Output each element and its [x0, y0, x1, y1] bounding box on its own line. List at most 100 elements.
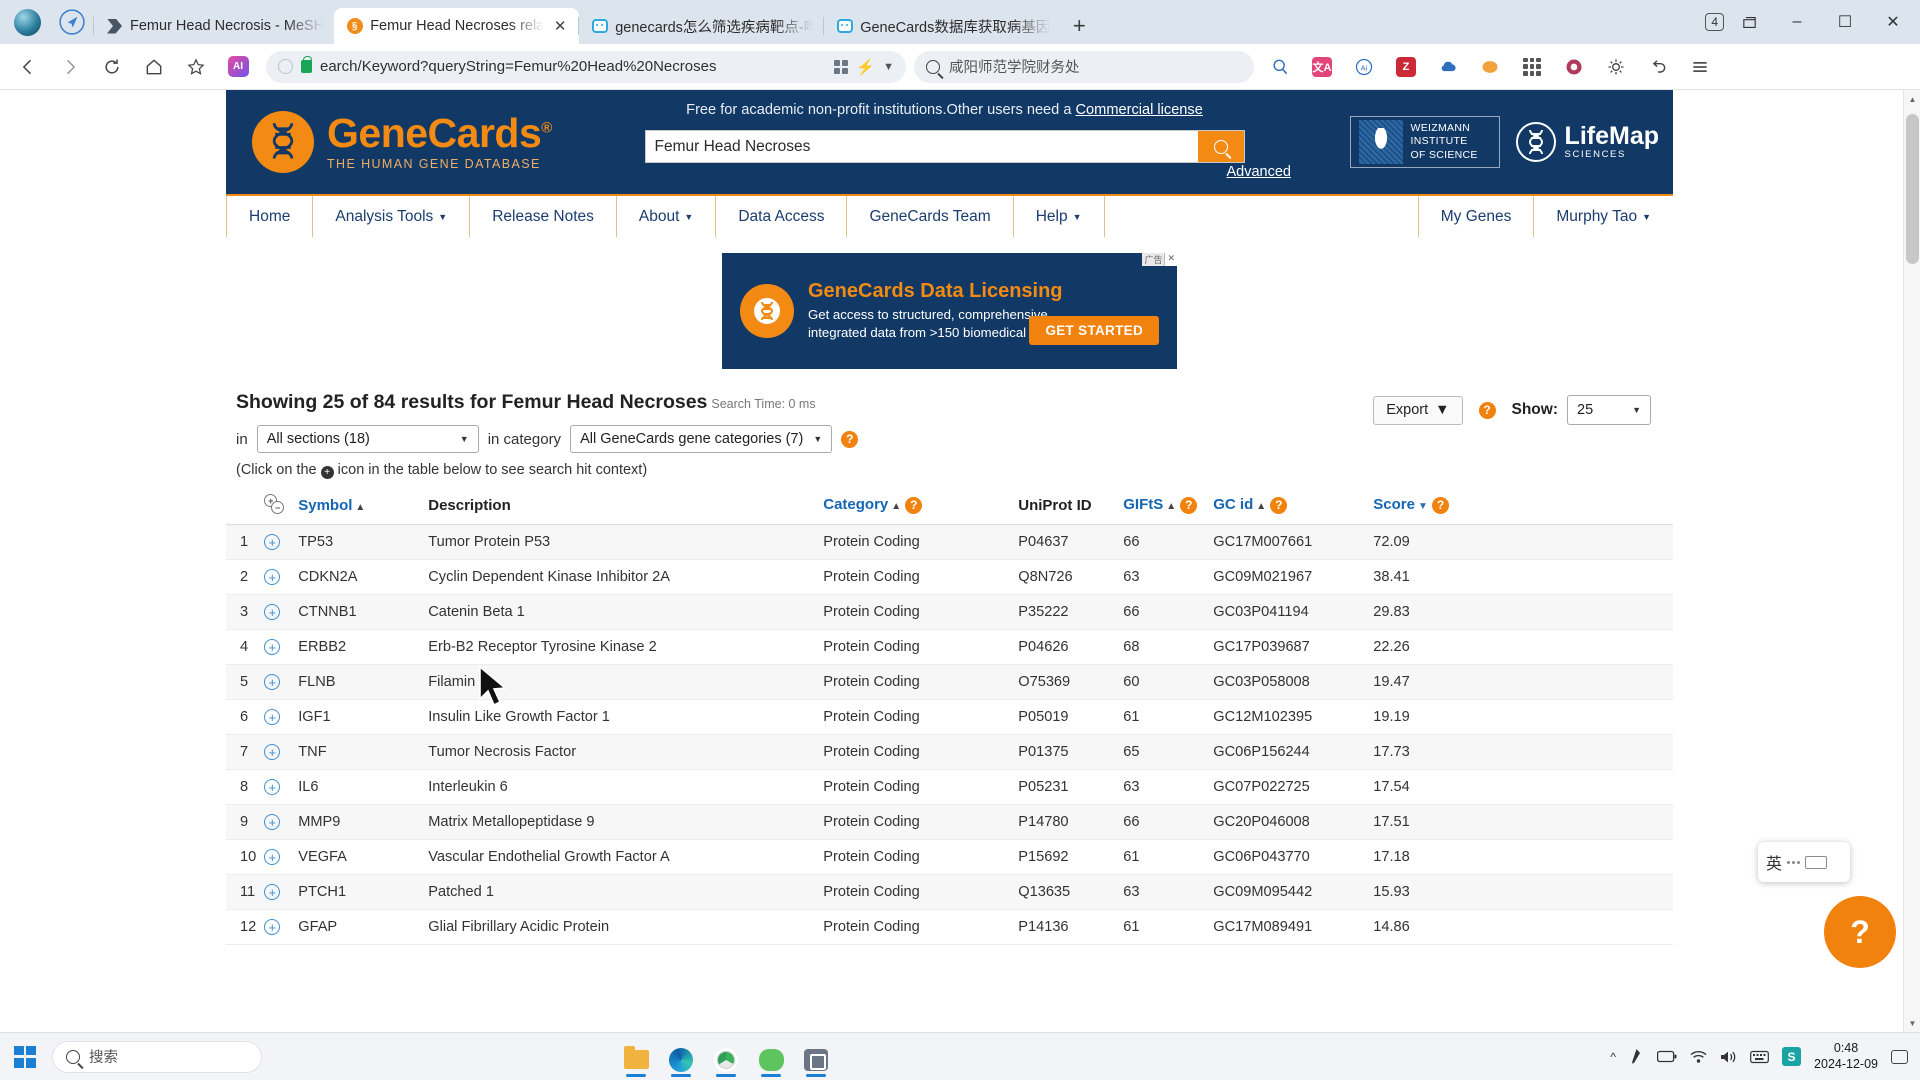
gene-symbol-link[interactable]: MMP9: [294, 804, 425, 840]
table-row[interactable]: 1 + TP53 Tumor Protein P53 Protein Codin…: [226, 524, 1673, 560]
plus-icon[interactable]: +: [264, 569, 281, 585]
section-filter-select[interactable]: All sections (18) ▼: [256, 425, 479, 453]
taskbar-clock[interactable]: 0:48 2024-12-09: [1814, 1033, 1878, 1080]
taskbar-app-gray[interactable]: [797, 1036, 835, 1078]
zotero-icon[interactable]: Z: [1386, 50, 1426, 84]
close-button[interactable]: ✕: [1870, 2, 1916, 42]
table-row[interactable]: 10 + VEGFA Vascular Endothelial Growth F…: [226, 839, 1673, 875]
site-search-input[interactable]: [645, 131, 1198, 162]
gene-symbol-link[interactable]: IGF1: [294, 699, 425, 735]
translate-icon[interactable]: 文A: [1302, 50, 1342, 84]
new-tab-button[interactable]: +: [1060, 8, 1098, 44]
row-expand-button[interactable]: +: [260, 734, 295, 770]
close-icon[interactable]: ✕: [551, 17, 569, 35]
help-icon[interactable]: ?: [1432, 496, 1450, 514]
undo-icon[interactable]: [1638, 50, 1678, 84]
row-expand-button[interactable]: +: [260, 699, 295, 735]
nav-item-user-menu[interactable]: Murphy Tao ▼: [1534, 196, 1673, 237]
table-row[interactable]: 4 + ERBB2 Erb-B2 Receptor Tyrosine Kinas…: [226, 629, 1673, 665]
show-count-select[interactable]: 25 ▼: [1567, 395, 1651, 425]
apps-grid-icon[interactable]: [1512, 50, 1552, 84]
extension-circle-icon[interactable]: [1554, 50, 1594, 84]
sogou-icon[interactable]: S: [1782, 1033, 1802, 1080]
table-row[interactable]: 8 + IL6 Interleukin 6 Protein Coding P05…: [226, 769, 1673, 805]
col-category[interactable]: Category ▲ ?: [819, 489, 1015, 525]
weizmann-logo[interactable]: WEIZMANN INSTITUTE OF SCIENCE: [1349, 116, 1500, 168]
browser-tab-1[interactable]: Femur Head Necrosis - MeSH: [92, 8, 334, 44]
nav-item-about[interactable]: About ▼: [617, 196, 717, 237]
address-bar[interactable]: earch/Keyword?queryString=Femur%20Head%2…: [266, 50, 906, 83]
ime-tray-icon[interactable]: [1750, 1033, 1769, 1080]
row-expand-button[interactable]: +: [260, 839, 295, 875]
ai-circle-icon[interactable]: Ai: [1344, 50, 1384, 84]
nav-item-data-access[interactable]: Data Access: [716, 196, 848, 237]
col-description[interactable]: Description: [424, 489, 820, 525]
taskbar-wechat[interactable]: [752, 1036, 790, 1078]
row-expand-button[interactable]: +: [260, 804, 295, 840]
row-expand-button[interactable]: +: [260, 524, 295, 560]
browser-tab-3[interactable]: genecards怎么筛选疾病靶点-哔: [578, 8, 824, 44]
scrollbar-thumb[interactable]: [1906, 114, 1919, 264]
table-row[interactable]: 11 + PTCH1 Patched 1 Protein Coding Q136…: [226, 874, 1673, 910]
battery-icon[interactable]: [1657, 1033, 1677, 1080]
back-icon[interactable]: [8, 50, 48, 84]
nav-item-my-genes[interactable]: My Genes: [1419, 196, 1535, 237]
advanced-search-link[interactable]: Advanced: [1227, 164, 1292, 180]
plus-icon[interactable]: +: [264, 534, 281, 550]
volume-icon[interactable]: [1720, 1033, 1737, 1080]
col-gifts[interactable]: GIFtS ▲ ?: [1119, 489, 1210, 525]
home-icon[interactable]: [134, 50, 174, 84]
ad-close-icon[interactable]: ✕: [1164, 253, 1177, 266]
row-expand-button[interactable]: +: [260, 559, 295, 595]
col-uniprot[interactable]: UniProt ID: [1014, 489, 1120, 525]
table-row[interactable]: 12 + GFAP Glial Fibrillary Acidic Protei…: [226, 909, 1673, 945]
nav-item-home[interactable]: Home: [226, 196, 314, 237]
browser-tab-4[interactable]: GeneCards数据库获取病基因: [823, 8, 1060, 44]
table-row[interactable]: 2 + CDKN2A Cyclin Dependent Kinase Inhib…: [226, 559, 1673, 595]
row-expand-button[interactable]: +: [260, 769, 295, 805]
vertical-scrollbar[interactable]: ▲ ▼: [1903, 90, 1920, 1032]
keyboard-icon[interactable]: [1805, 855, 1828, 869]
gene-symbol-link[interactable]: PTCH1: [294, 874, 425, 910]
brightness-icon[interactable]: [1596, 50, 1636, 84]
taskbar-search-box[interactable]: 搜索: [52, 1040, 262, 1073]
col-gc-id[interactable]: GC id ▲ ?: [1209, 489, 1370, 525]
help-icon[interactable]: ?: [841, 430, 859, 448]
gene-symbol-link[interactable]: TP53: [294, 524, 425, 560]
gene-symbol-link[interactable]: CDKN2A: [294, 559, 425, 595]
paint-icon[interactable]: [1470, 50, 1510, 84]
export-button[interactable]: Export ▼: [1373, 395, 1463, 425]
taskbar-green-browser[interactable]: [707, 1036, 745, 1078]
table-row[interactable]: 5 + FLNB Filamin B Protein Coding O75369…: [226, 664, 1673, 700]
split-screen-icon[interactable]: [1726, 2, 1772, 42]
plus-icon[interactable]: +: [264, 919, 281, 935]
cloud-sync-icon[interactable]: [1428, 50, 1468, 84]
help-icon[interactable]: ?: [905, 496, 923, 514]
lightning-icon[interactable]: ⚡: [856, 58, 875, 76]
plus-icon[interactable]: +: [264, 884, 281, 900]
plus-icon[interactable]: +: [264, 849, 281, 865]
row-expand-button[interactable]: +: [260, 629, 295, 665]
collapse-all-icon[interactable]: −: [271, 501, 285, 514]
site-logo[interactable]: GeneCards® THE HUMAN GENE DATABASE: [226, 90, 596, 194]
gene-symbol-link[interactable]: IL6: [294, 769, 425, 805]
start-button[interactable]: [0, 1033, 50, 1080]
search-input[interactable]: 咸阳师范学院财务处: [914, 50, 1254, 83]
table-row[interactable]: 9 + MMP9 Matrix Metallopeptidase 9 Prote…: [226, 804, 1673, 840]
nav-item-release-notes[interactable]: Release Notes: [470, 196, 617, 237]
help-icon[interactable]: ?: [1270, 496, 1288, 514]
gene-symbol-link[interactable]: CTNNB1: [294, 594, 425, 630]
qr-code-icon[interactable]: [834, 59, 849, 74]
site-search-box[interactable]: [644, 130, 1245, 163]
tab-nav-arrow-icon[interactable]: [50, 0, 94, 44]
table-row[interactable]: 7 + TNF Tumor Necrosis Factor Protein Co…: [226, 734, 1673, 770]
notification-icon[interactable]: [1891, 1033, 1908, 1080]
scroll-up-icon[interactable]: ▲: [1904, 90, 1920, 108]
plus-icon[interactable]: +: [264, 674, 281, 690]
gene-symbol-link[interactable]: FLNB: [294, 664, 425, 700]
maximize-button[interactable]: ☐: [1822, 2, 1868, 42]
forward-icon[interactable]: [50, 50, 90, 84]
row-expand-button[interactable]: +: [260, 594, 295, 630]
row-expand-button[interactable]: +: [260, 874, 295, 910]
pen-icon[interactable]: [1629, 1033, 1644, 1080]
